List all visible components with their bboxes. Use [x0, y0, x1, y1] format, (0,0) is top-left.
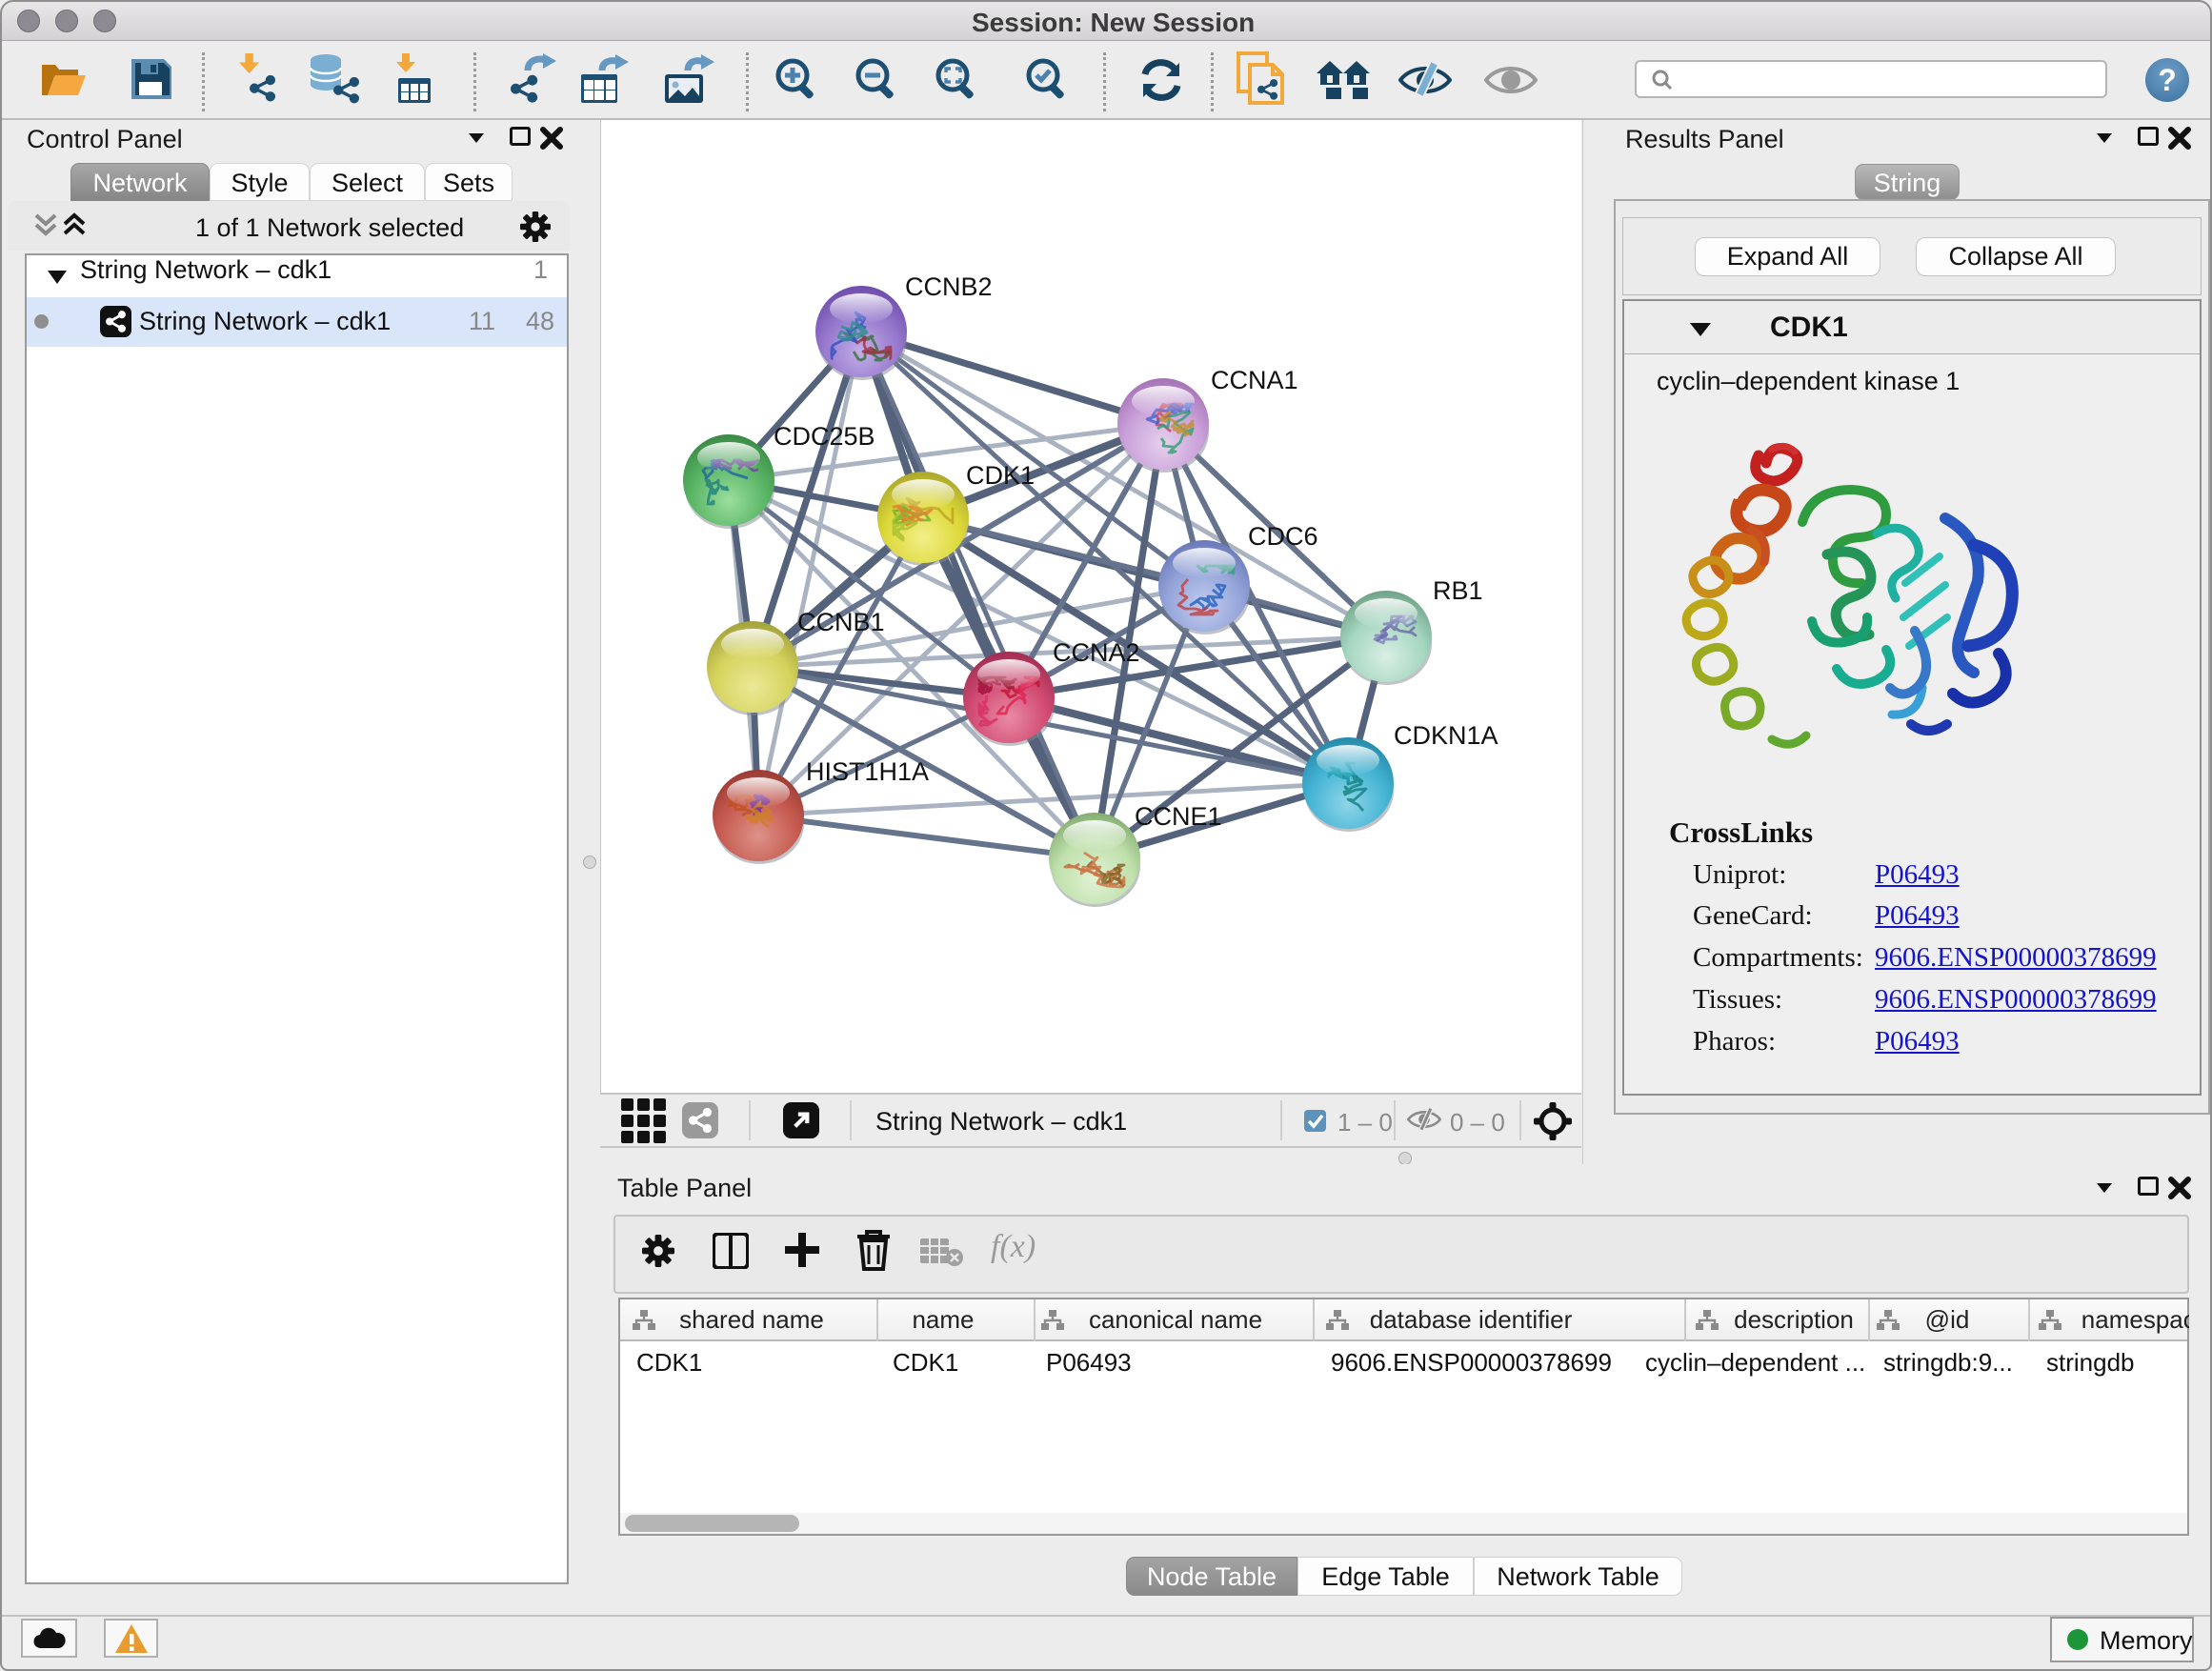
- svg-text:CDK1: CDK1: [966, 461, 1035, 490]
- svg-text:CDKN1A: CDKN1A: [1394, 721, 1498, 750]
- svg-text:CCNE1: CCNE1: [1135, 802, 1222, 831]
- svg-text:CCNB2: CCNB2: [905, 272, 993, 301]
- svg-text:CCNA2: CCNA2: [1053, 638, 1140, 667]
- svg-text:CCNA1: CCNA1: [1211, 366, 1298, 394]
- svg-text:CCNB1: CCNB1: [797, 608, 885, 636]
- svg-text:CDC6: CDC6: [1248, 522, 1318, 551]
- svg-text:HIST1H1A: HIST1H1A: [806, 757, 929, 786]
- svg-text:CDC25B: CDC25B: [774, 422, 875, 451]
- svg-text:RB1: RB1: [1433, 576, 1483, 605]
